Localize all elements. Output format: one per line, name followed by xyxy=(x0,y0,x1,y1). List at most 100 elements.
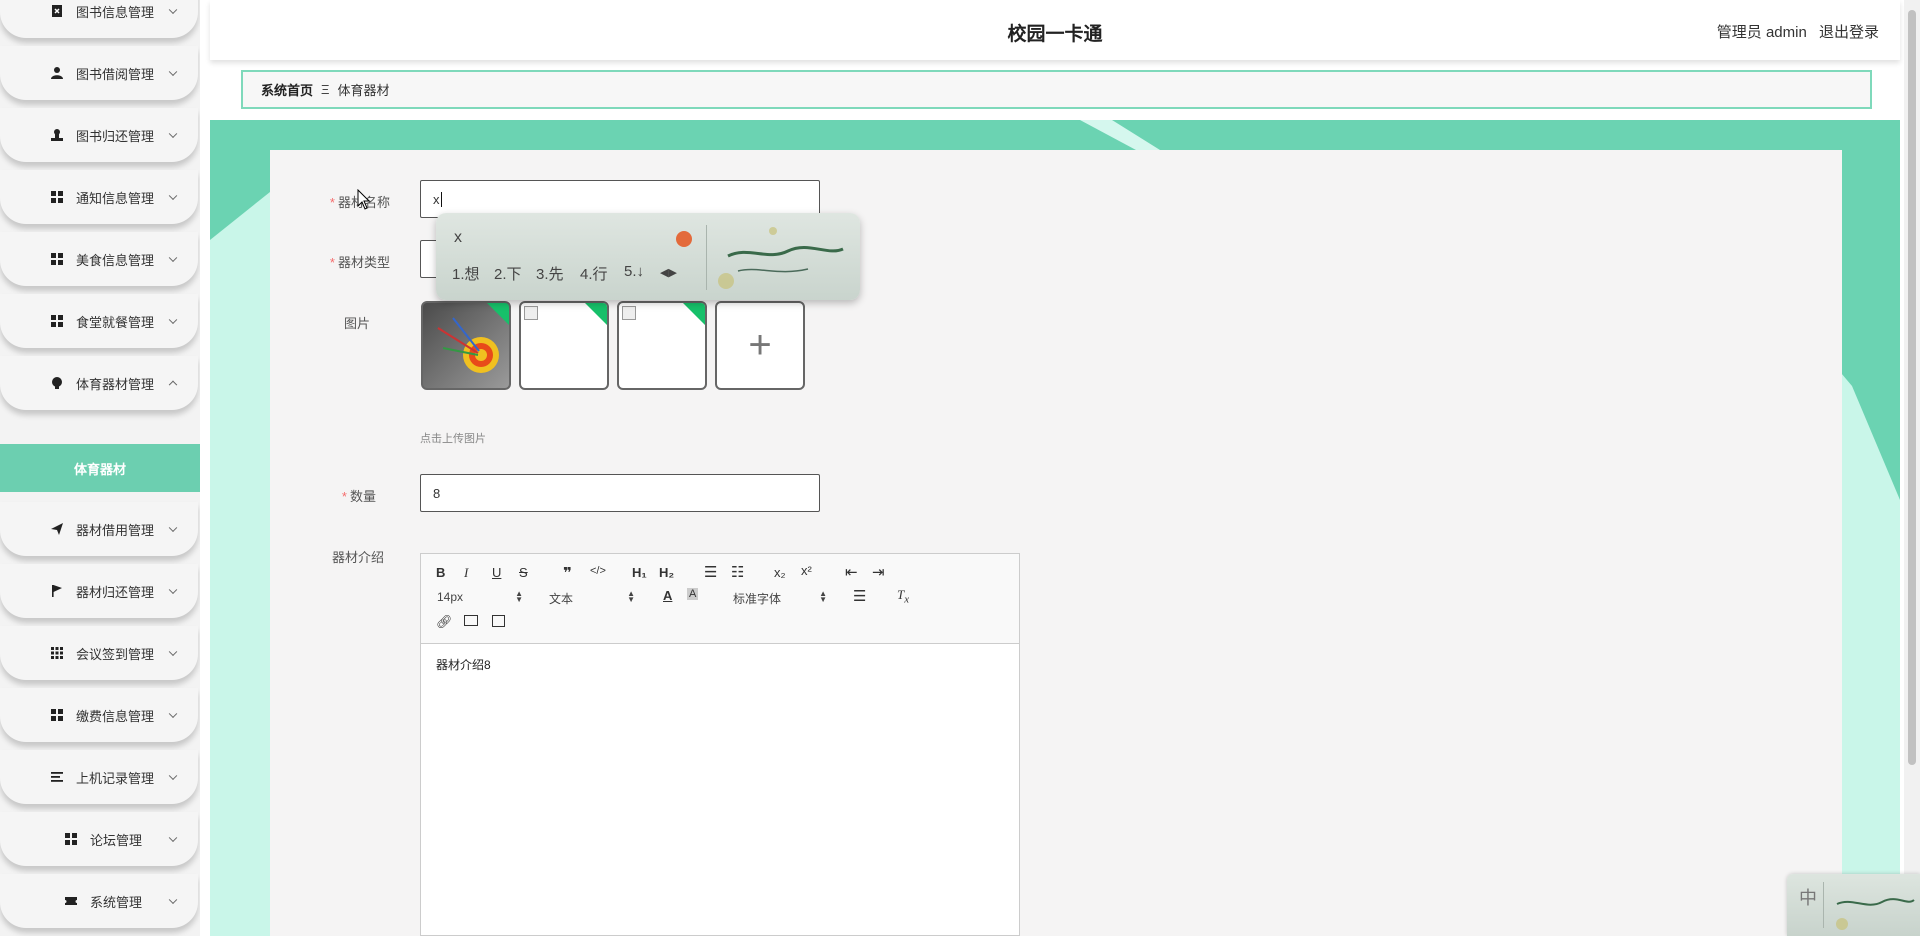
chevron-down-icon xyxy=(168,585,178,595)
sidebar-item-label: 器材借用管理 xyxy=(76,522,155,538)
chevron-down-icon xyxy=(168,709,178,719)
sidebar-item-book-info[interactable]: 图书信息管理 xyxy=(0,0,198,38)
ime-candidate[interactable]: 5.↓ xyxy=(624,263,644,280)
type-label: * 器材类型 xyxy=(329,255,390,270)
ime-mode-indicator[interactable]: 中 xyxy=(1799,884,1817,910)
user-area: 管理员 admin 退出登录 xyxy=(1709,21,1879,42)
upload-hint: 点击上传图片 xyxy=(420,433,486,445)
underline-button[interactable]: U xyxy=(492,565,501,580)
top-header: 校园一卡通 管理员 admin 退出登录 xyxy=(210,0,1900,60)
sidebar-item-label: 论坛管理 xyxy=(90,832,143,848)
ime-skin-decoration xyxy=(718,227,844,289)
ticket-icon xyxy=(64,894,78,908)
ordered-list-icon[interactable]: ☰ xyxy=(704,563,717,581)
image-thumbnail[interactable] xyxy=(519,301,609,390)
logout-link[interactable]: 退出登录 xyxy=(1819,24,1879,41)
bold-button[interactable]: B xyxy=(436,565,445,580)
ime-skin-decoration xyxy=(1836,898,1915,930)
sidebar-item-forum[interactable]: 论坛管理 xyxy=(0,812,198,866)
add-image-button[interactable]: + xyxy=(715,301,805,390)
apps-icon xyxy=(50,646,64,660)
grid-icon xyxy=(50,190,64,204)
breadcrumb-current: 体育器材 xyxy=(337,83,390,98)
subscript-icon[interactable]: x₂ xyxy=(774,565,786,580)
image-thumbnail[interactable] xyxy=(617,301,707,390)
sidebar-item-label: 器材归还管理 xyxy=(76,584,155,600)
breadcrumb-home[interactable]: 系统首页 xyxy=(261,80,313,99)
sidebar-item-computer-log[interactable]: 上机记录管理 xyxy=(0,750,198,804)
sidebar-item-label: 食堂就餐管理 xyxy=(76,314,155,330)
sidebar-item-system[interactable]: 系统管理 xyxy=(0,874,198,928)
ime-page-arrows-icon[interactable]: ◀▶ xyxy=(660,266,677,279)
background-color-icon[interactable]: A xyxy=(687,588,699,600)
header2-icon[interactable]: H₂ xyxy=(659,565,674,580)
ime-candidate[interactable]: 4.行 xyxy=(580,263,608,284)
ime-status-bar[interactable]: 中 xyxy=(1787,874,1920,936)
link-icon[interactable]: 🔗︎ xyxy=(436,614,453,630)
broken-image-icon xyxy=(622,306,636,320)
sidebar-item-payment[interactable]: 缴费信息管理 xyxy=(0,688,198,742)
sidebar-item-equip-return[interactable]: 器材归还管理 xyxy=(0,564,198,618)
app-title: 校园一卡通 xyxy=(1007,24,1103,45)
flag-icon xyxy=(50,584,64,598)
grid-icon xyxy=(50,708,64,722)
ime-candidate[interactable]: 1.想 xyxy=(452,263,480,284)
bullet-list-icon[interactable]: ☷ xyxy=(731,563,744,581)
chevron-down-icon xyxy=(168,191,178,201)
blockquote-icon[interactable]: ❞ xyxy=(563,564,572,582)
font-size-select[interactable]: 14px ▲ ▼ xyxy=(437,589,523,605)
uploaded-badge xyxy=(682,303,705,326)
list-icon xyxy=(50,770,64,784)
quantity-label: * 数量 xyxy=(341,489,376,504)
sidebar-subitem-sports-equipment[interactable]: 体育器材 xyxy=(0,444,200,492)
sidebar-item-food[interactable]: 美食信息管理 xyxy=(0,232,198,286)
ime-candidate[interactable]: 2.下 xyxy=(494,263,522,284)
chevron-up-icon xyxy=(168,380,178,390)
editor-toolbar: B I U S ❞ </> H₁ H₂ ☰ ☷ x₂ x² ⇤ ⇥ 14px ▲ ▼… xyxy=(421,554,1019,644)
ime-candidate-popup: x 1.想 2.下 3.先 4.行 5.↓ ◀▶ xyxy=(436,213,860,300)
sidebar-item-book-borrow[interactable]: 图书借阅管理 xyxy=(0,46,198,100)
sidebar-item-canteen[interactable]: 食堂就餐管理 xyxy=(0,294,198,348)
font-color-icon[interactable]: A xyxy=(663,588,672,603)
strike-button[interactable]: S xyxy=(519,565,528,580)
sidebar: 图书信息管理 图书借阅管理 图书归还管理 通知信息管理 美食信息管理 食堂就餐管… xyxy=(0,0,200,936)
clear-format-icon[interactable]: Tx xyxy=(897,587,909,606)
quantity-field[interactable]: 8 xyxy=(420,474,820,512)
sidebar-item-label: 体育器材管理 xyxy=(76,376,155,392)
image-thumbnail-target[interactable] xyxy=(421,301,511,390)
header1-icon[interactable]: H₁ xyxy=(632,565,647,580)
breadcrumb: 系统首页 Ξ 体育器材 xyxy=(241,70,1872,109)
ime-candidate[interactable]: 3.先 xyxy=(536,263,564,284)
format-select[interactable]: 文本 ▲ ▼ xyxy=(549,590,635,607)
chevron-down-icon xyxy=(168,67,178,77)
font-family-select[interactable]: 标准字体 ▲ ▼ xyxy=(733,590,827,607)
scrollbar-thumb[interactable] xyxy=(1908,10,1916,765)
broken-image-icon xyxy=(524,306,538,320)
book-icon xyxy=(50,4,64,18)
outdent-icon[interactable]: ⇤ xyxy=(845,563,858,581)
text-caret xyxy=(440,191,442,207)
sidebar-item-label: 上机记录管理 xyxy=(76,770,155,786)
indent-icon[interactable]: ⇥ xyxy=(872,563,885,581)
select-arrows-icon: ▲ ▼ xyxy=(819,589,827,604)
sidebar-item-book-return[interactable]: 图书归还管理 xyxy=(0,108,198,162)
plus-icon: + xyxy=(748,323,772,367)
code-icon[interactable]: </> xyxy=(590,565,606,577)
sidebar-item-equip-borrow[interactable]: 器材借用管理 xyxy=(0,502,198,556)
italic-button[interactable]: I xyxy=(464,565,468,581)
select-arrows-icon: ▲ ▼ xyxy=(515,589,523,604)
mouse-cursor-icon xyxy=(357,189,371,210)
image-icon[interactable] xyxy=(464,615,478,626)
sidebar-item-sports[interactable]: 体育器材管理 xyxy=(0,356,198,410)
chevron-down-icon xyxy=(168,833,178,843)
superscript-icon[interactable]: x² xyxy=(801,563,812,578)
sidebar-item-label: 系统管理 xyxy=(90,894,143,910)
sidebar-item-meeting[interactable]: 会议签到管理 xyxy=(0,626,198,680)
breadcrumb-separator: Ξ xyxy=(321,82,330,97)
video-icon[interactable] xyxy=(492,615,505,627)
rich-text-editor[interactable]: B I U S ❞ </> H₁ H₂ ☰ ☷ x₂ x² ⇤ ⇥ 14px ▲ ▼… xyxy=(420,553,1020,936)
editor-content[interactable]: 器材介绍8 xyxy=(421,644,1019,685)
sidebar-item-notice[interactable]: 通知信息管理 xyxy=(0,170,198,224)
page-scrollbar[interactable] xyxy=(1904,0,1920,936)
align-icon[interactable]: ☰ xyxy=(853,587,866,605)
